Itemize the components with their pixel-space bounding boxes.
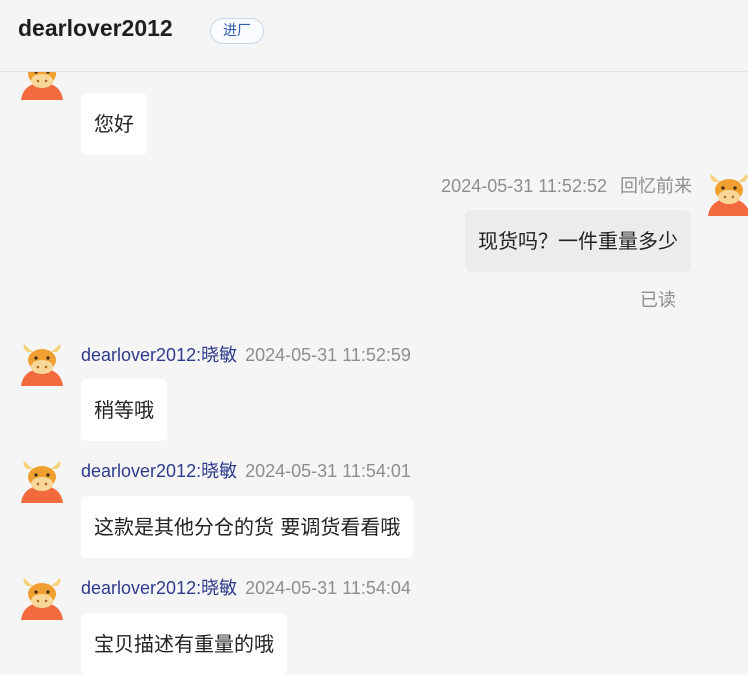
chat-header: dearlover2012 进厂: [0, 0, 748, 72]
avatar-icon[interactable]: [19, 574, 65, 620]
message-bubble[interactable]: 这款是其他分仓的货 要调货看看哦: [81, 496, 414, 558]
avatar-icon[interactable]: [706, 170, 748, 216]
message-bubble[interactable]: 您好: [81, 93, 147, 155]
message-timestamp: 2024-05-31 11:54:04: [245, 578, 411, 598]
message-sender[interactable]: dearlover2012:晓敏: [81, 461, 237, 481]
message-timestamp: 2024-05-31 11:54:01: [245, 461, 411, 481]
avatar-icon[interactable]: [19, 340, 65, 386]
message-timestamp: 2024-05-31 11:52:59: [245, 345, 411, 365]
message-meta: dearlover2012:晓敏 2024-05-31 11:54:01: [81, 457, 411, 483]
message-meta: dearlover2012:晓敏 2024-05-31 11:52:59: [81, 341, 411, 367]
message-sender[interactable]: dearlover2012:晓敏: [81, 345, 237, 365]
shop-badge[interactable]: 进厂: [210, 18, 264, 44]
message-bubble[interactable]: 稍等哦: [81, 379, 167, 441]
message-bubble[interactable]: 宝贝描述有重量的哦: [81, 613, 287, 675]
chat-title: dearlover2012: [18, 15, 173, 41]
message-sender[interactable]: 回忆前来: [620, 176, 692, 196]
message-sender[interactable]: dearlover2012:晓敏: [81, 578, 237, 598]
avatar-icon[interactable]: [19, 457, 65, 503]
read-status: 已读: [640, 290, 676, 311]
message-meta: dearlover2012:晓敏 2024-05-31 11:54:04: [81, 574, 411, 600]
message-bubble-mine[interactable]: 现货吗？一件重量多少: [465, 210, 691, 272]
message-meta: 2024-05-31 11:52:52 回忆前来: [433, 172, 692, 198]
message-timestamp: 2024-05-31 11:52:52: [441, 176, 607, 196]
